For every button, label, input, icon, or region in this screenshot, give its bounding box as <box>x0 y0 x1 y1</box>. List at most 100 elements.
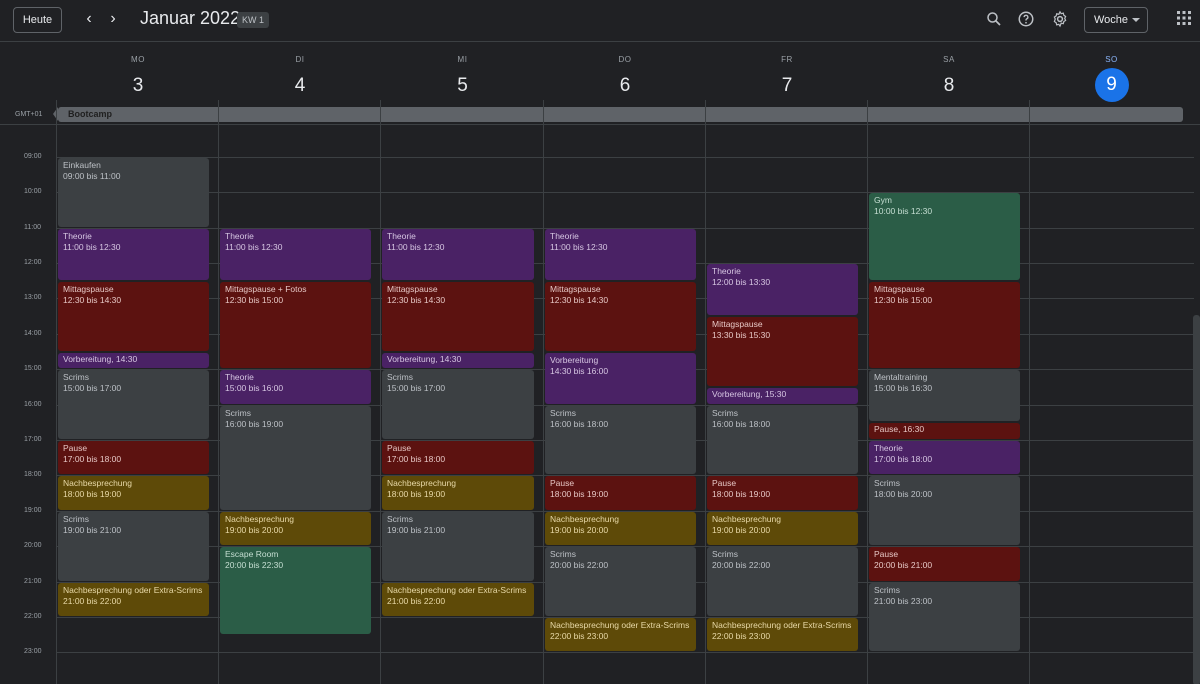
event-time: 17:00 bis 18:00 <box>874 454 933 465</box>
calendar-event[interactable]: Pause 18:00 bis 19:00 <box>545 476 696 510</box>
calendar-event[interactable]: Mittagspause 12:30 bis 14:30 <box>545 281 696 351</box>
calendar-event[interactable]: Gym 10:00 bis 12:30 <box>869 193 1020 280</box>
calendar-event[interactable]: Nachbesprechung 18:00 bis 19:00 <box>58 476 209 510</box>
event-time: 10:00 bis 12:30 <box>874 206 933 217</box>
scrollbar[interactable] <box>1193 315 1200 684</box>
calendar-event[interactable]: Nachbesprechung 19:00 bis 20:00 <box>707 511 858 546</box>
event-title: Vorbereitung <box>550 354 599 365</box>
calendar-event[interactable]: Scrims 20:00 bis 22:00 <box>707 547 858 617</box>
event-time: 12:30 bis 15:00 <box>225 294 284 305</box>
event-title: Nachbesprechung <box>387 478 456 489</box>
time-label: 23:00 <box>24 648 42 656</box>
event-time: 12:30 bis 15:00 <box>874 294 933 305</box>
view-select[interactable]: Woche <box>1084 7 1148 33</box>
calendar-event[interactable]: Theorie 11:00 bis 12:30 <box>58 228 209 280</box>
event-time: 09:00 bis 11:00 <box>63 170 121 181</box>
calendar-event[interactable]: Nachbesprechung oder Extra-Scrims 21:00 b… <box>58 582 209 617</box>
event-time: 11:00 bis 12:30 <box>63 241 121 252</box>
day-number[interactable]: 4 <box>219 70 381 102</box>
calendar-event[interactable]: Theorie 15:00 bis 16:00 <box>220 370 371 404</box>
day-header-mi[interactable]: MI 5 <box>381 55 544 102</box>
event-time: 19:00 bis 20:00 <box>550 524 609 535</box>
event-time: 11:00 bis 12:30 <box>387 241 445 252</box>
apps-icon[interactable] <box>1176 10 1196 30</box>
day-name: MI <box>457 55 468 64</box>
time-label: 22:00 <box>24 613 42 621</box>
calendar-event[interactable]: Scrims 19:00 bis 21:00 <box>58 511 209 581</box>
event-title: Scrims <box>387 513 413 524</box>
day-number[interactable]: 8 <box>868 70 1030 102</box>
time-label: 19:00 <box>24 506 42 514</box>
calendar-event[interactable]: Scrims 15:00 bis 17:00 <box>382 370 534 440</box>
event-title: Scrims <box>712 549 738 560</box>
calendar-event[interactable]: Scrims 16:00 bis 18:00 <box>545 405 696 475</box>
calendar-event[interactable]: Scrims 16:00 bis 19:00 <box>220 405 371 510</box>
calendar-event[interactable]: Nachbesprechung 18:00 bis 19:00 <box>382 476 534 510</box>
search-icon[interactable] <box>985 10 1005 30</box>
calendar-event[interactable]: Vorbereitung 14:30 bis 16:00 <box>545 352 696 404</box>
day-header-di[interactable]: DI 4 <box>219 55 381 102</box>
calendar-event[interactable]: Pause 20:00 bis 21:00 <box>869 547 1020 581</box>
day-number[interactable]: 7 <box>706 70 868 102</box>
calendar-event[interactable]: Mittagspause + Fotos 12:30 bis 15:00 <box>220 281 371 369</box>
top-bar: Heute ‹ › Januar 2022 KW 1 Woche <box>0 0 1200 42</box>
calendar-event[interactable]: Einkaufen 09:00 bis 11:00 <box>58 157 209 227</box>
help-icon[interactable] <box>1017 10 1037 30</box>
calendar-event[interactable]: Nachbesprechung 19:00 bis 20:00 <box>220 511 371 546</box>
week-grid[interactable]: 09:00 10:00 11:00 12:00 13:00 14:00 15:00 16:00… <box>0 124 1200 684</box>
prev-week-button[interactable]: ‹ <box>79 9 99 29</box>
calendar-event[interactable]: Theorie 11:00 bis 12:30 <box>220 228 371 280</box>
calendar-event[interactable]: Pause 18:00 bis 19:00 <box>707 476 858 510</box>
day-number[interactable]: 9 <box>1094 68 1129 102</box>
time-label: 18:00 <box>24 471 42 479</box>
column-divider <box>1029 100 1030 124</box>
day-number[interactable]: 6 <box>544 70 706 102</box>
calendar-event[interactable]: Mittagspause 12:30 bis 14:30 <box>58 281 209 351</box>
hour-line <box>56 156 1194 158</box>
event-title: Mittagspause <box>550 283 601 294</box>
day-number[interactable]: 5 <box>381 70 544 102</box>
next-week-button[interactable]: › <box>103 9 123 29</box>
calendar-event[interactable]: Mittagspause 13:30 bis 15:30 <box>707 317 858 386</box>
calendar-event[interactable]: Scrims 19:00 bis 21:00 <box>382 511 534 581</box>
calendar-event[interactable]: Mentaltraining 15:00 bis 16:30 <box>869 370 1020 422</box>
calendar-event[interactable]: Vorbereitung, 14:30 <box>382 352 534 369</box>
calendar-event[interactable]: Mittagspause 12:30 bis 14:30 <box>382 281 534 351</box>
calendar-event[interactable]: Scrims 20:00 bis 22:00 <box>545 547 696 617</box>
day-header-do[interactable]: DO 6 <box>544 55 706 102</box>
calendar-event[interactable]: Vorbereitung, 14:30 <box>58 352 209 369</box>
time-label: 15:00 <box>24 365 42 373</box>
calendar-event[interactable]: Pause, 16:30 <box>869 423 1020 440</box>
calendar-event[interactable]: Scrims 16:00 bis 18:00 <box>707 405 858 475</box>
calendar-event[interactable]: Mittagspause 12:30 bis 15:00 <box>869 281 1020 369</box>
calendar-event[interactable]: Theorie 17:00 bis 18:00 <box>869 441 1020 475</box>
calendar-event[interactable]: Nachbesprechung oder Extra-Scrims 22:00 b… <box>545 618 696 652</box>
column-divider <box>543 100 544 124</box>
calendar-event[interactable]: Nachbesprechung oder Extra-Scrims 21:00 b… <box>382 582 534 617</box>
calendar-event[interactable]: Escape Room 20:00 bis 22:30 <box>220 547 371 634</box>
calendar-event[interactable]: Nachbesprechung oder Extra-Scrims 22:00 b… <box>707 618 858 652</box>
today-button[interactable]: Heute <box>13 7 62 33</box>
calendar-event[interactable]: Scrims 21:00 bis 23:00 <box>869 582 1020 652</box>
calendar-event[interactable]: Theorie 11:00 bis 12:30 <box>382 228 534 280</box>
calendar-event[interactable]: Theorie 12:00 bis 13:30 <box>707 264 858 316</box>
calendar-event[interactable]: Nachbesprechung 19:00 bis 20:00 <box>545 511 696 546</box>
allday-event[interactable]: Bootcamp <box>53 107 1183 122</box>
event-title: Theorie <box>874 443 903 454</box>
calendar-event[interactable]: Scrims 18:00 bis 20:00 <box>869 476 1020 546</box>
column-divider <box>867 100 868 124</box>
day-header-sa[interactable]: SA 8 <box>868 55 1030 102</box>
settings-icon[interactable] <box>1051 10 1071 30</box>
time-label: 14:00 <box>24 329 42 337</box>
day-header-fr[interactable]: FR 7 <box>706 55 868 102</box>
calendar-event[interactable]: Vorbereitung, 15:30 <box>707 387 858 404</box>
day-header-mo[interactable]: MO 3 <box>57 55 219 102</box>
calendar-event[interactable]: Scrims 15:00 bis 17:00 <box>58 370 209 440</box>
calendar-event[interactable]: Theorie 11:00 bis 12:30 <box>545 228 696 280</box>
day-number[interactable]: 3 <box>57 70 219 102</box>
event-title: Nachbesprechung oder Extra-Scrims <box>550 620 690 631</box>
calendar-event[interactable]: Pause 17:00 bis 18:00 <box>58 441 209 475</box>
event-title: Scrims <box>63 513 89 524</box>
calendar-event[interactable]: Pause 17:00 bis 18:00 <box>382 441 534 475</box>
day-header-so[interactable]: SO 9 <box>1030 55 1193 102</box>
